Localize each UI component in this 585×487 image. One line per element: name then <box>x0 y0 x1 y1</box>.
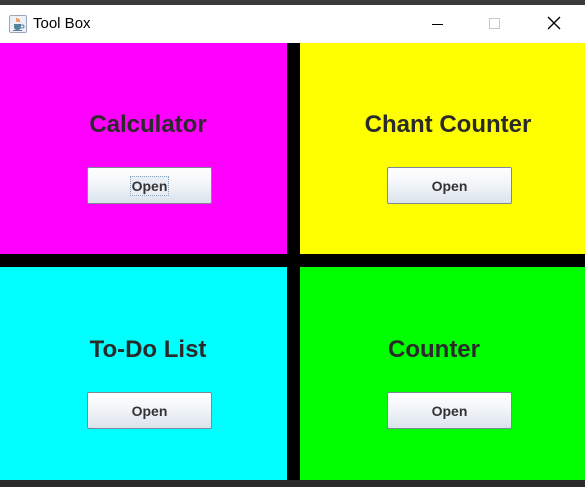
window-bottom-edge <box>0 480 585 487</box>
calculator-open-button[interactable]: Open <box>87 167 212 204</box>
java-app-icon <box>9 15 27 33</box>
minimize-button[interactable] <box>408 5 466 43</box>
calculator-title: Calculator <box>89 111 207 138</box>
maximize-button[interactable] <box>466 5 524 43</box>
app-window: Tool Box Calculator Open Chant Counter O… <box>0 0 585 487</box>
minimize-icon <box>432 24 443 25</box>
close-button[interactable] <box>524 5 582 43</box>
counter-open-label: Open <box>431 402 468 419</box>
todo-list-open-button[interactable]: Open <box>87 392 212 429</box>
chant-counter-open-label: Open <box>431 177 468 194</box>
calculator-open-label: Open <box>129 175 170 196</box>
counter-title: Counter <box>388 336 480 363</box>
calculator-panel: Calculator Open <box>0 43 287 254</box>
chant-counter-open-button[interactable]: Open <box>387 167 512 204</box>
chant-counter-panel: Chant Counter Open <box>300 43 585 254</box>
counter-open-button[interactable]: Open <box>387 392 512 429</box>
chant-counter-title: Chant Counter <box>364 111 532 138</box>
title-bar[interactable]: Tool Box <box>0 5 585 43</box>
maximize-icon <box>489 18 500 29</box>
counter-panel: Counter Open <box>300 267 585 480</box>
close-icon <box>547 16 561 30</box>
todo-list-title: To-Do List <box>89 336 207 363</box>
tool-grid: Calculator Open Chant Counter Open To-Do… <box>0 43 585 480</box>
todo-list-panel: To-Do List Open <box>0 267 287 480</box>
window-title: Tool Box <box>33 15 91 32</box>
todo-list-open-label: Open <box>131 402 168 419</box>
